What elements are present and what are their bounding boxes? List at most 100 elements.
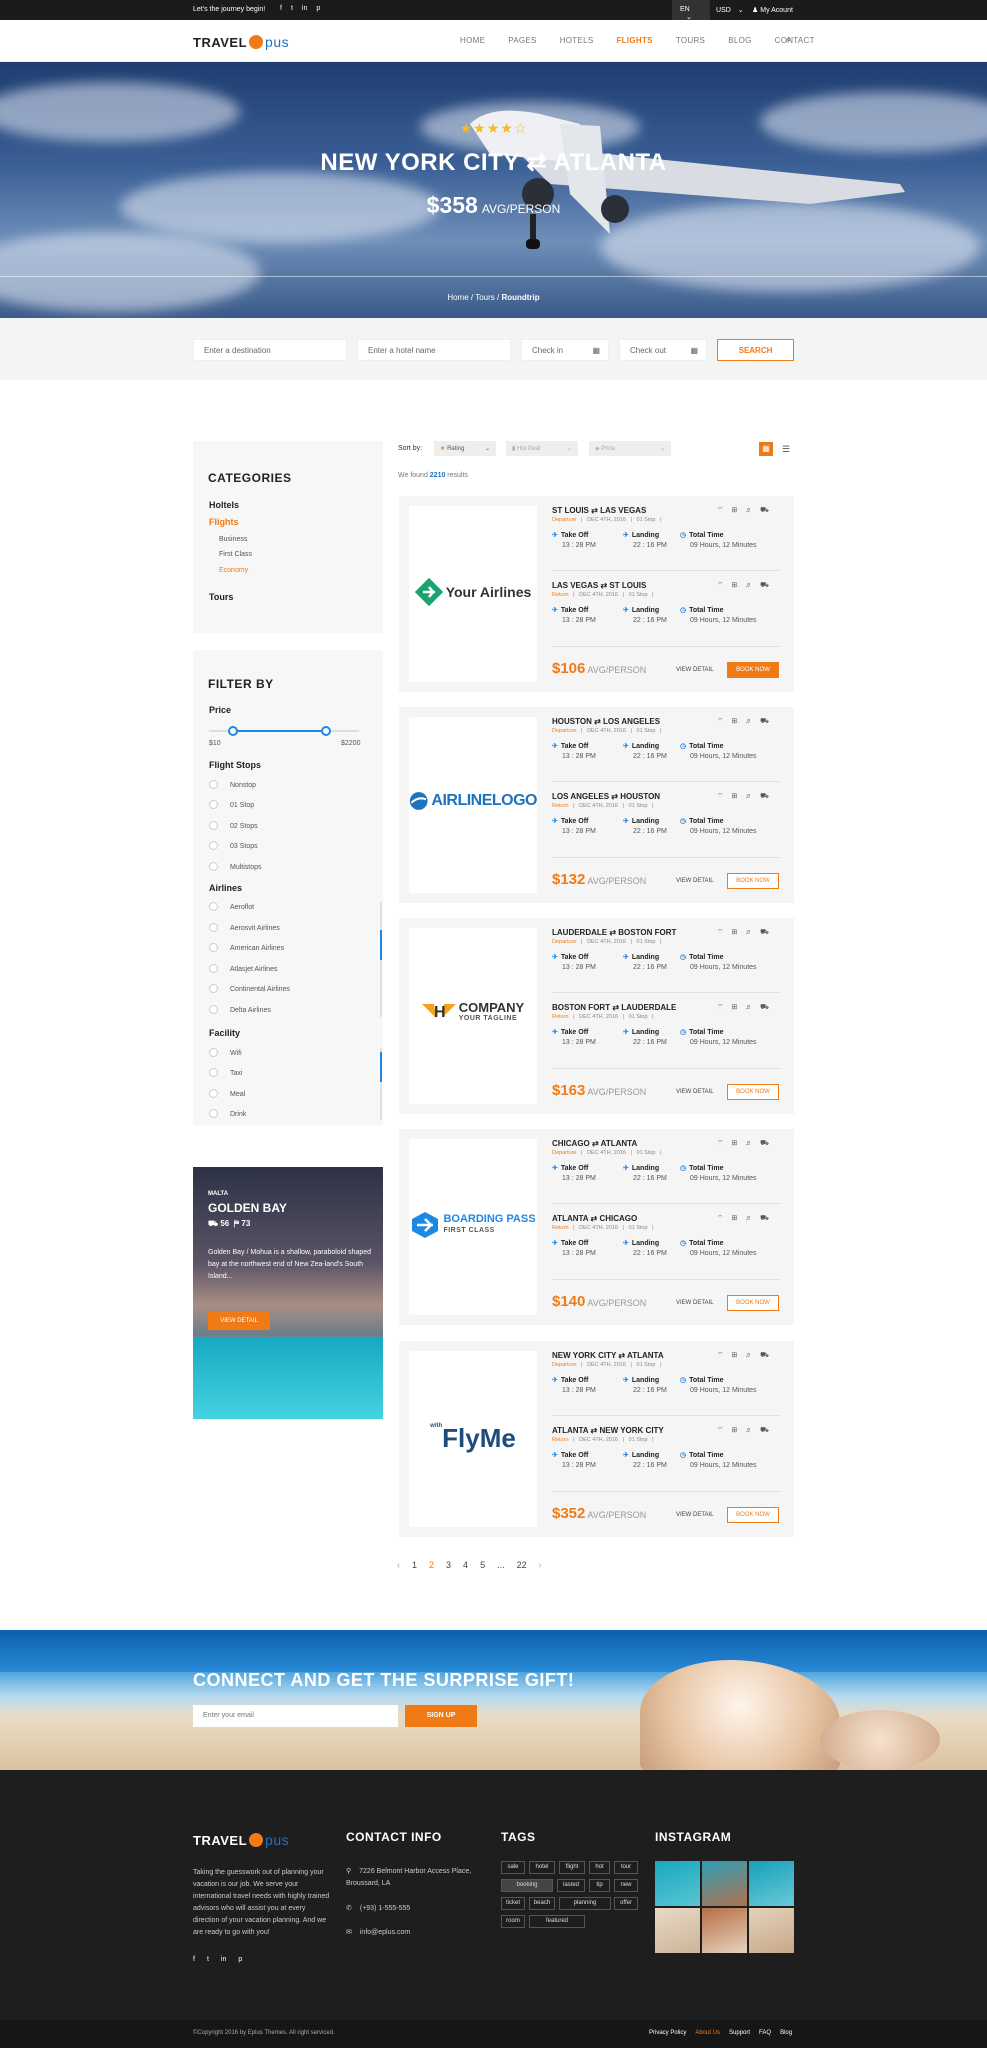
category-economy[interactable]: Economy bbox=[219, 567, 248, 574]
next-page-icon[interactable]: › bbox=[539, 1560, 542, 1570]
nav-hotels[interactable]: HOTELS bbox=[560, 36, 594, 45]
stop-option[interactable]: 02 Stops bbox=[209, 821, 258, 830]
search-icon[interactable]: ⌕ bbox=[786, 34, 792, 45]
page-link[interactable]: 5 bbox=[480, 1560, 485, 1570]
instagram-photo[interactable] bbox=[655, 1908, 700, 1953]
footer-link-blog[interactable]: Blog bbox=[780, 2030, 792, 2036]
facility-scrollbar[interactable] bbox=[380, 1048, 382, 1120]
page-link[interactable]: 1 bbox=[412, 1560, 417, 1570]
instagram-photo[interactable] bbox=[749, 1908, 794, 1953]
book-now-button[interactable]: BOOK NOW bbox=[727, 1295, 779, 1311]
book-now-button[interactable]: BOOK NOW bbox=[727, 873, 779, 889]
category-business[interactable]: Business bbox=[219, 536, 247, 543]
list-view-icon[interactable]: ☰ bbox=[779, 442, 793, 456]
category-first-class[interactable]: First Class bbox=[219, 551, 252, 558]
tag[interactable]: featured bbox=[529, 1915, 585, 1928]
stop-option[interactable]: 01 Stop bbox=[209, 800, 254, 809]
sign-up-button[interactable]: SIGN UP bbox=[405, 1705, 477, 1727]
nav-contact[interactable]: CONTACT bbox=[775, 36, 815, 45]
tag[interactable]: planning bbox=[559, 1897, 611, 1910]
prev-page-icon[interactable]: ‹ bbox=[397, 1560, 400, 1570]
airline-option[interactable]: Aerosvit Airlines bbox=[209, 923, 280, 932]
pinterest-icon[interactable]: p bbox=[238, 1956, 242, 1963]
radio-button[interactable] bbox=[209, 923, 218, 932]
tag[interactable]: tip bbox=[589, 1879, 610, 1892]
book-now-button[interactable]: BOOK NOW bbox=[727, 1507, 779, 1523]
category-tours[interactable]: Tours bbox=[209, 592, 233, 602]
category-hotels[interactable]: Holtels bbox=[209, 500, 239, 510]
page-link[interactable]: 3 bbox=[446, 1560, 451, 1570]
facebook-icon[interactable]: f bbox=[280, 5, 282, 12]
instagram-photo[interactable] bbox=[655, 1861, 700, 1906]
breadcrumb-tours[interactable]: Tours bbox=[475, 293, 495, 302]
currency-select[interactable]: USD ⌄ bbox=[716, 6, 744, 14]
airline-logo-box[interactable]: BOARDING PASS FIRST CLASS bbox=[409, 1139, 537, 1315]
radio-button[interactable] bbox=[209, 841, 218, 850]
language-select[interactable]: EN ⌄ bbox=[672, 0, 710, 21]
airline-logo-box[interactable]: Your Airlines bbox=[409, 506, 537, 682]
radio-button[interactable] bbox=[209, 984, 218, 993]
nav-pages[interactable]: PAGES bbox=[508, 36, 536, 45]
tag[interactable]: room bbox=[501, 1915, 525, 1928]
category-flights[interactable]: Flights bbox=[209, 517, 239, 527]
tag[interactable]: flight bbox=[559, 1861, 585, 1874]
twitter-icon[interactable]: t bbox=[291, 5, 293, 12]
tag[interactable]: beach bbox=[529, 1897, 555, 1910]
sort-hot-deal[interactable]: ▮ Hot Deal ⌄ bbox=[506, 441, 578, 456]
email-text[interactable]: info@eplus.com bbox=[360, 1929, 410, 1936]
stop-option[interactable]: Nonstop bbox=[209, 780, 256, 789]
view-detail-link[interactable]: VIEW DETAIL bbox=[676, 1512, 714, 1518]
book-now-button[interactable]: BOOK NOW bbox=[727, 1084, 779, 1100]
view-detail-link[interactable]: VIEW DETAIL bbox=[676, 1089, 714, 1095]
instagram-icon[interactable]: in bbox=[221, 1956, 226, 1963]
sort-rating[interactable]: ★ Rating ⌄ bbox=[434, 441, 496, 456]
stop-option[interactable]: 03 Stops bbox=[209, 841, 258, 850]
instagram-photo[interactable] bbox=[749, 1861, 794, 1906]
footer-link-faq[interactable]: FAQ bbox=[759, 2030, 771, 2036]
facility-option[interactable]: Drink bbox=[209, 1109, 246, 1118]
radio-button[interactable] bbox=[209, 943, 218, 952]
tag[interactable]: hot bbox=[589, 1861, 610, 1874]
airline-logo-box[interactable]: H COMPANY YOUR TAGLINE bbox=[409, 928, 537, 1104]
nav-blog[interactable]: BLOG bbox=[728, 36, 751, 45]
footer-link-support[interactable]: Support bbox=[729, 2030, 750, 2036]
sort-price[interactable]: ◈ Price ⌄ bbox=[589, 441, 671, 456]
page-link-current[interactable]: 2 bbox=[429, 1560, 434, 1570]
airline-option[interactable]: Aeroflot bbox=[209, 902, 254, 911]
breadcrumb-home[interactable]: Home bbox=[447, 293, 468, 302]
view-detail-link[interactable]: VIEW DETAIL bbox=[676, 878, 714, 884]
nav-tours[interactable]: TOURS bbox=[676, 36, 705, 45]
page-link[interactable]: 22 bbox=[517, 1560, 527, 1570]
footer-link-privacy[interactable]: Privacy Policy bbox=[649, 2030, 686, 2036]
price-slider-max-handle[interactable] bbox=[321, 726, 331, 736]
view-detail-link[interactable]: VIEW DETAIL bbox=[676, 1300, 714, 1306]
radio-button[interactable] bbox=[209, 1068, 218, 1077]
radio-button[interactable] bbox=[209, 1109, 218, 1118]
airline-option[interactable]: American Airlines bbox=[209, 943, 284, 952]
tag[interactable]: booking bbox=[501, 1879, 553, 1892]
tag[interactable]: offer bbox=[614, 1897, 638, 1910]
tag[interactable]: tour bbox=[614, 1861, 638, 1874]
site-logo[interactable]: TRAVEL pus bbox=[193, 34, 289, 50]
tag[interactable]: sale bbox=[501, 1861, 525, 1874]
newsletter-email-input[interactable]: Enter your email bbox=[193, 1705, 398, 1727]
radio-button[interactable] bbox=[209, 1005, 218, 1014]
tag[interactable]: hotel bbox=[529, 1861, 555, 1874]
check-out-input[interactable]: Check out ▦ bbox=[619, 339, 707, 361]
check-in-input[interactable]: Check in ▦ bbox=[521, 339, 609, 361]
airline-option[interactable]: Continental Airlines bbox=[209, 984, 290, 993]
airlines-scrollbar[interactable] bbox=[380, 902, 382, 1017]
price-slider-min-handle[interactable] bbox=[228, 726, 238, 736]
instagram-icon[interactable]: in bbox=[302, 5, 307, 12]
tag[interactable]: new bbox=[614, 1879, 638, 1892]
radio-button[interactable] bbox=[209, 902, 218, 911]
facility-option[interactable]: Meal bbox=[209, 1089, 245, 1098]
airline-option[interactable]: Atlasjet Airlines bbox=[209, 964, 277, 973]
page-link[interactable]: 4 bbox=[463, 1560, 468, 1570]
radio-button[interactable] bbox=[209, 821, 218, 830]
airline-logo-box[interactable]: AIRLINELOGO bbox=[409, 717, 537, 893]
destination-input[interactable]: Enter a destination bbox=[193, 339, 347, 361]
tag[interactable]: lasted bbox=[557, 1879, 585, 1892]
view-detail-link[interactable]: VIEW DETAIL bbox=[676, 667, 714, 673]
tag[interactable]: ticket bbox=[501, 1897, 525, 1910]
